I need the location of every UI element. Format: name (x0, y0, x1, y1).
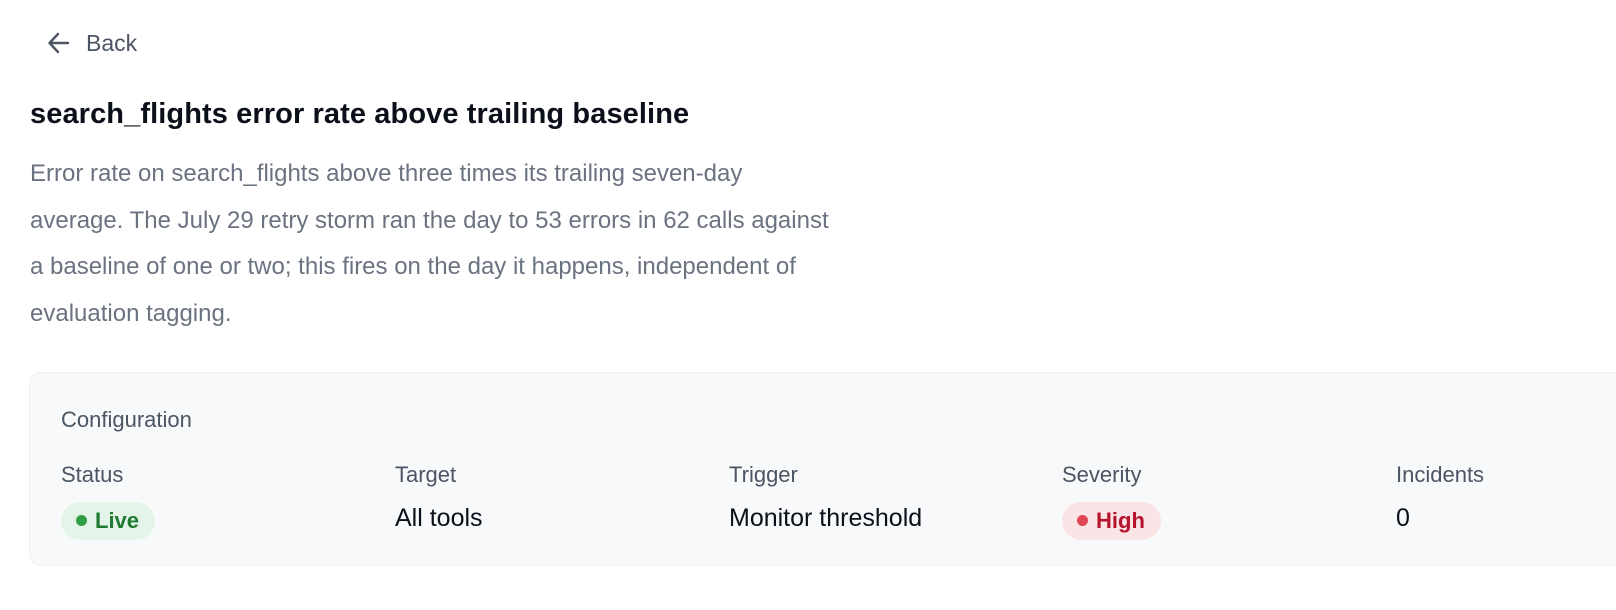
incidents-label: Incidents (1396, 462, 1485, 487)
trigger-value: Monitor threshold (729, 504, 923, 532)
severity-badge: High (1062, 501, 1161, 540)
target-label: Target (395, 462, 457, 487)
severity-field: Severity High (1062, 461, 1161, 540)
live-dot-icon (76, 515, 87, 526)
status-label: Status (61, 462, 124, 487)
trigger-label: Trigger (729, 462, 798, 487)
arrow-left-icon (48, 32, 70, 54)
configuration-panel: Configuration Status Live Target All too… (29, 372, 1616, 566)
incidents-count: 0 (1396, 504, 1410, 532)
severity-label: Severity (1062, 462, 1142, 487)
status-value: Live (95, 507, 140, 533)
configuration-heading: Configuration (61, 407, 192, 432)
alert-description: Error rate on search_flights above three… (30, 160, 829, 327)
status-field: Status Live (61, 461, 156, 540)
back-button[interactable]: Back (46, 26, 137, 60)
target-field: Target All tools (395, 461, 483, 537)
incidents-field: Incidents 0 (1396, 461, 1484, 537)
target-value: All tools (395, 504, 483, 532)
trigger-field: Trigger Monitor threshold (729, 461, 922, 537)
status-badge: Live (61, 501, 156, 540)
alert-detail-page: Back search_flights error rate above tra… (0, 0, 1616, 610)
severity-dot-icon (1077, 515, 1088, 526)
severity-value: High (1096, 507, 1145, 533)
page-title: search_flights error rate above trailing… (30, 98, 690, 130)
back-label: Back (86, 29, 138, 56)
